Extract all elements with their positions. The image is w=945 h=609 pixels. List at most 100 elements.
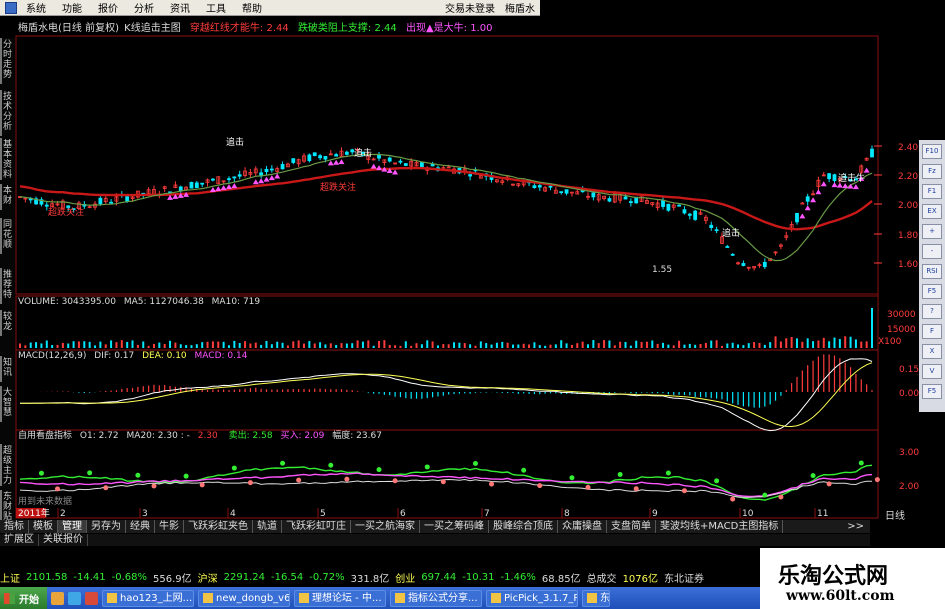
tab-save-as[interactable]: 另存为 <box>87 520 126 533</box>
toolbar-btn-v[interactable]: V <box>922 364 942 379</box>
zoom-out-button[interactable]: - <box>922 244 942 259</box>
candle-body <box>377 155 381 159</box>
toolbar-btn-f[interactable]: F <box>922 324 942 339</box>
volume-bar <box>817 340 820 348</box>
quicklaunch-app-icon[interactable] <box>85 591 98 605</box>
buy-marker <box>730 496 736 502</box>
candle-body <box>323 156 328 160</box>
tab-expand-area[interactable]: 扩展区 <box>0 534 39 546</box>
volume-bar <box>511 344 514 348</box>
toolbar-btn-f10[interactable]: F10 <box>922 144 942 159</box>
volume-bar <box>506 342 509 348</box>
sell-marker <box>280 460 286 466</box>
future-data-note: 用到未来数据 <box>18 495 72 507</box>
volume-bar <box>281 342 284 348</box>
tab-related-quotes[interactable]: 关联报价 <box>39 534 88 546</box>
volume-bar <box>812 341 815 348</box>
tab-chip-peak[interactable]: 一买之筹码峰 <box>420 520 489 533</box>
macd-histogram <box>20 354 873 432</box>
sell-marker <box>376 467 382 473</box>
candle-body <box>832 174 837 181</box>
candle-body <box>795 212 799 223</box>
toolbar-btn-fz[interactable]: Fz <box>922 164 942 179</box>
volume-bar <box>860 341 863 348</box>
ticker-name-sh[interactable]: 上证 <box>0 570 20 585</box>
volume-bar <box>517 344 520 348</box>
quicklaunch-folder-icon[interactable] <box>51 591 64 605</box>
zoom-in-button[interactable]: + <box>922 224 942 239</box>
volume-bar <box>720 345 723 348</box>
candle-body <box>532 185 537 188</box>
kline-chart-area[interactable]: 2.40 2.20 2.00 1.80 1.60 1.55 追击 追击 追击 追… <box>0 0 945 609</box>
month-label-3: 3 <box>142 509 148 519</box>
tab-rainbow-color[interactable]: 飞跃彩虹夹色 <box>184 520 253 533</box>
volume-bar <box>276 341 279 348</box>
toolbar-btn-f5[interactable]: F5 <box>922 284 942 299</box>
toolbar-btn-f5-2[interactable]: F5 <box>922 384 942 399</box>
tab-rainbow-watch[interactable]: 飞跃彩虹叮庄 <box>282 520 351 533</box>
tab-fib-macd[interactable]: 斐波均线+MACD主图指标 <box>656 520 784 533</box>
toolbar-btn-ex[interactable]: EX <box>922 204 942 219</box>
candle-body <box>237 174 242 177</box>
taskbar-item-hao123[interactable]: hao123_上网... <box>102 589 194 607</box>
taskbar-item-formula-share[interactable]: 指标公式分享... <box>390 589 482 607</box>
candle-body <box>805 196 810 202</box>
ticker-name-hs[interactable]: 沪深 <box>198 570 218 585</box>
volume-bar <box>731 342 734 348</box>
tab-bull-shadow[interactable]: 牛影 <box>155 520 184 533</box>
tab-navigator[interactable]: 一买之航海家 <box>351 520 420 533</box>
candle-body <box>661 200 665 207</box>
tab-simple[interactable]: 支盘简单 <box>607 520 656 533</box>
period-label[interactable]: 日线 <box>885 507 905 522</box>
total-turnover-label: 总成交 <box>586 573 617 585</box>
volume-bar <box>822 337 825 348</box>
tab-template[interactable]: 模板 <box>29 520 58 533</box>
o1-line <box>19 478 873 498</box>
tab-track[interactable]: 轨道 <box>253 520 282 533</box>
broker-label[interactable]: 东北证券 <box>664 570 704 585</box>
start-button[interactable]: 开始 <box>0 587 47 609</box>
volume-bar <box>420 344 423 348</box>
windows-logo-icon <box>4 592 15 604</box>
taskbar-item-picpick[interactable]: PicPick_3.1.7_P... <box>486 589 578 607</box>
tab-manage[interactable]: 管理 <box>58 520 87 533</box>
buy-marker <box>199 482 205 488</box>
quicklaunch-browser-icon[interactable] <box>68 591 81 605</box>
candle-body <box>264 168 269 173</box>
taskbar-item-dongb[interactable]: new_dongb_v6.1 <box>198 589 290 607</box>
bull-signal-triangle <box>820 181 827 187</box>
volume-bar <box>35 342 38 348</box>
taskbar-item-forum[interactable]: 理想论坛 - 中... <box>294 589 386 607</box>
volume-bar <box>388 344 391 348</box>
ticker-pct-sh: -0.68% <box>111 571 147 583</box>
ticker-name-cy[interactable]: 创业 <box>395 570 415 585</box>
ticker-pct-cy: -1.46% <box>500 571 536 583</box>
tab-indicator[interactable]: 指标 <box>0 520 29 533</box>
bull-signal-triangle <box>815 189 822 195</box>
candle-body <box>211 178 215 181</box>
volume-bar <box>286 345 289 348</box>
right-toolbar: F10 Fz F1 EX + - RSI F5 ? F X V F5 <box>919 140 945 412</box>
volume-bar <box>694 344 697 348</box>
volume-bar <box>587 344 589 348</box>
toolbar-btn-rsi[interactable]: RSI <box>922 264 942 279</box>
candle-body <box>607 198 612 202</box>
volume-bar <box>29 342 32 348</box>
more-tabs-button[interactable]: >> <box>841 520 870 533</box>
toolbar-btn-f1[interactable]: F1 <box>922 184 942 199</box>
toolbar-btn-x[interactable]: X <box>922 344 942 359</box>
volume-bar <box>560 340 563 348</box>
ticker-chg-sh: -14.41 <box>73 571 106 583</box>
month-label-11: 11 <box>817 509 828 519</box>
volume-bar <box>104 344 107 348</box>
volume-bar <box>565 343 568 348</box>
macd-title: MACD(12,26,9) DIF: 0.17 DEA: 0.10 MACD: … <box>18 351 248 361</box>
tab-classic[interactable]: 经典 <box>126 520 155 533</box>
month-label-5: 5 <box>320 509 326 519</box>
tab-trading[interactable]: 众庸操盘 <box>558 520 607 533</box>
help-button[interactable]: ? <box>922 304 942 319</box>
candle-body <box>44 204 49 207</box>
taskbar-item-east[interactable]: 东 <box>582 589 610 607</box>
volume-bar <box>442 344 445 348</box>
tab-peak-top-bottom[interactable]: 股峰综合顶底 <box>489 520 558 533</box>
